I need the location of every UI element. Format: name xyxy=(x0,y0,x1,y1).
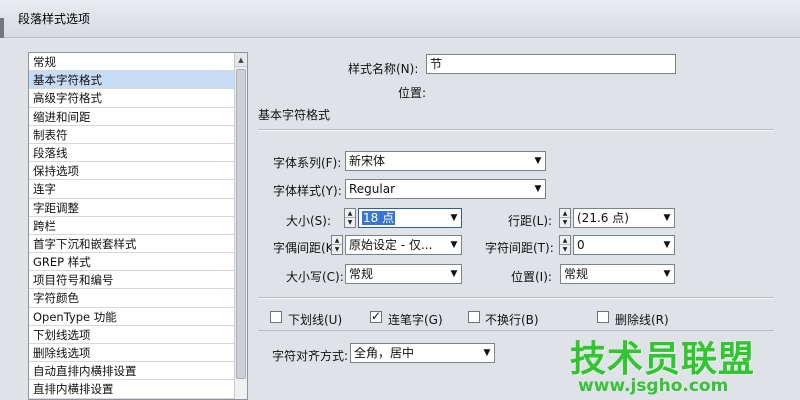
font-style-dropdown[interactable]: Regular ▼ xyxy=(345,179,546,199)
category-item[interactable]: 制表符 xyxy=(29,126,235,144)
stepper-down-icon[interactable]: ▼ xyxy=(345,218,355,227)
stepper-down-icon[interactable]: ▼ xyxy=(560,245,570,254)
tracking-value: 0 xyxy=(577,238,585,252)
window-edge xyxy=(0,18,4,38)
case-value: 常规 xyxy=(349,267,374,281)
category-item[interactable]: 高级字符格式 xyxy=(29,89,235,108)
size-stepper[interactable]: ▲ ▼ xyxy=(344,208,356,228)
stepper-down-icon[interactable]: ▼ xyxy=(560,218,570,227)
stepper-up-icon[interactable]: ▲ xyxy=(560,209,570,218)
category-item[interactable]: OpenType 功能 xyxy=(29,308,235,326)
font-style-value: Regular xyxy=(349,182,396,196)
category-item[interactable]: 删除线选项 xyxy=(29,344,235,363)
style-name-input[interactable]: 节 xyxy=(426,54,676,74)
tracking-dropdown[interactable]: 0 ▼ xyxy=(573,235,675,255)
chevron-down-icon: ▼ xyxy=(660,236,674,254)
kerning-dropdown[interactable]: 原始设定 - 仅... ▼ xyxy=(345,235,462,255)
position-label: 位置(I): xyxy=(511,270,552,284)
dialog-titlebar: 段落样式选项 xyxy=(0,0,800,38)
size-value: 18 点 xyxy=(362,211,396,225)
chevron-down-icon: ▼ xyxy=(447,209,461,227)
strikethrough-checkbox[interactable] xyxy=(597,311,609,323)
ligatures-label: 连笔字(G) xyxy=(388,313,443,327)
style-name-label: 样式名称(N): xyxy=(348,62,419,76)
location-label: 位置: xyxy=(398,86,427,100)
leading-label: 行距(L): xyxy=(508,214,553,228)
stepper-down-icon[interactable]: ▼ xyxy=(332,245,342,254)
leading-value: (21.6 点) xyxy=(577,211,629,225)
tracking-label: 字符间距(T): xyxy=(485,241,554,255)
category-item[interactable]: 字符颜色 xyxy=(29,289,235,308)
ligatures-checkbox[interactable] xyxy=(370,309,382,323)
stepper-up-icon[interactable]: ▲ xyxy=(560,236,570,245)
category-item[interactable]: 保持选项 xyxy=(29,162,235,181)
chevron-down-icon: ▼ xyxy=(480,344,494,362)
font-style-label: 字体样式(Y): xyxy=(273,184,342,198)
no-break-checkbox[interactable] xyxy=(468,311,480,323)
scroll-up-icon[interactable]: ▲ xyxy=(235,53,247,67)
font-family-value: 新宋体 xyxy=(349,154,386,168)
category-item[interactable]: 项目符号和编号 xyxy=(29,271,235,290)
alignment-value: 全角，居中 xyxy=(354,346,415,360)
size-label: 大小(S): xyxy=(286,214,332,228)
category-item[interactable]: 直排内横排设置 xyxy=(29,380,235,399)
watermark-logo: 技术员联盟 www.jsgho.com xyxy=(570,339,756,396)
stepper-up-icon[interactable]: ▲ xyxy=(332,236,342,245)
tracking-stepper[interactable]: ▲ ▼ xyxy=(559,235,571,255)
font-family-dropdown[interactable]: 新宋体 ▼ xyxy=(345,151,546,171)
chevron-down-icon: ▼ xyxy=(660,209,674,227)
kerning-stepper[interactable]: ▲ ▼ xyxy=(331,235,343,255)
alignment-dropdown[interactable]: 全角，居中 ▼ xyxy=(350,343,495,363)
case-dropdown[interactable]: 常规 ▼ xyxy=(345,264,462,284)
font-family-label: 字体系列(F): xyxy=(273,156,342,170)
category-item[interactable]: 段落线 xyxy=(29,144,235,163)
category-scrollbar[interactable]: ▲ xyxy=(234,53,247,399)
position-value: 常规 xyxy=(564,267,589,281)
strikethrough-label: 删除线(R) xyxy=(615,313,669,327)
scroll-thumb[interactable] xyxy=(236,69,246,379)
stepper-up-icon[interactable]: ▲ xyxy=(345,209,355,218)
underline-label: 下划线(U) xyxy=(288,313,343,327)
chevron-down-icon: ▼ xyxy=(447,265,461,283)
case-label: 大小写(C): xyxy=(286,270,344,284)
category-item[interactable]: 首字下沉和嵌套样式 xyxy=(29,235,235,254)
alignment-label: 字符对齐方式: xyxy=(272,349,349,363)
category-item[interactable]: 下划线选项 xyxy=(29,326,235,344)
category-item[interactable]: 常规 xyxy=(29,53,235,72)
underline-checkbox[interactable] xyxy=(270,311,282,323)
category-item[interactable]: 自动直排内横排设置 xyxy=(29,362,235,381)
position-dropdown[interactable]: 常规 ▼ xyxy=(560,264,675,284)
section-title: 基本字符格式 xyxy=(258,108,331,122)
size-dropdown[interactable]: 18 点 ▼ xyxy=(358,208,462,228)
kerning-value: 原始设定 - 仅... xyxy=(349,238,433,252)
category-item[interactable]: 连字 xyxy=(29,180,235,199)
category-item[interactable]: 字距调整 xyxy=(29,199,235,217)
category-item[interactable]: 跨栏 xyxy=(29,217,235,235)
chevron-down-icon: ▼ xyxy=(660,265,674,283)
chevron-down-icon: ▼ xyxy=(531,152,545,170)
category-item[interactable]: 缩进和间距 xyxy=(29,108,235,126)
no-break-label: 不换行(B) xyxy=(485,313,539,327)
category-item[interactable]: 基本字符格式 xyxy=(29,71,235,90)
dialog-title: 段落样式选项 xyxy=(18,12,91,26)
chevron-down-icon: ▼ xyxy=(531,180,545,198)
leading-stepper[interactable]: ▲ ▼ xyxy=(559,208,571,228)
leading-dropdown[interactable]: (21.6 点) ▼ xyxy=(573,208,675,228)
chevron-down-icon: ▼ xyxy=(447,236,461,254)
category-list[interactable]: 常规 基本字符格式 高级字符格式 缩进和间距 制表符 段落线 保持选项 连字 字距调整 跨栏 首字下… xyxy=(28,52,248,400)
category-item[interactable]: GREP 样式 xyxy=(29,253,235,272)
